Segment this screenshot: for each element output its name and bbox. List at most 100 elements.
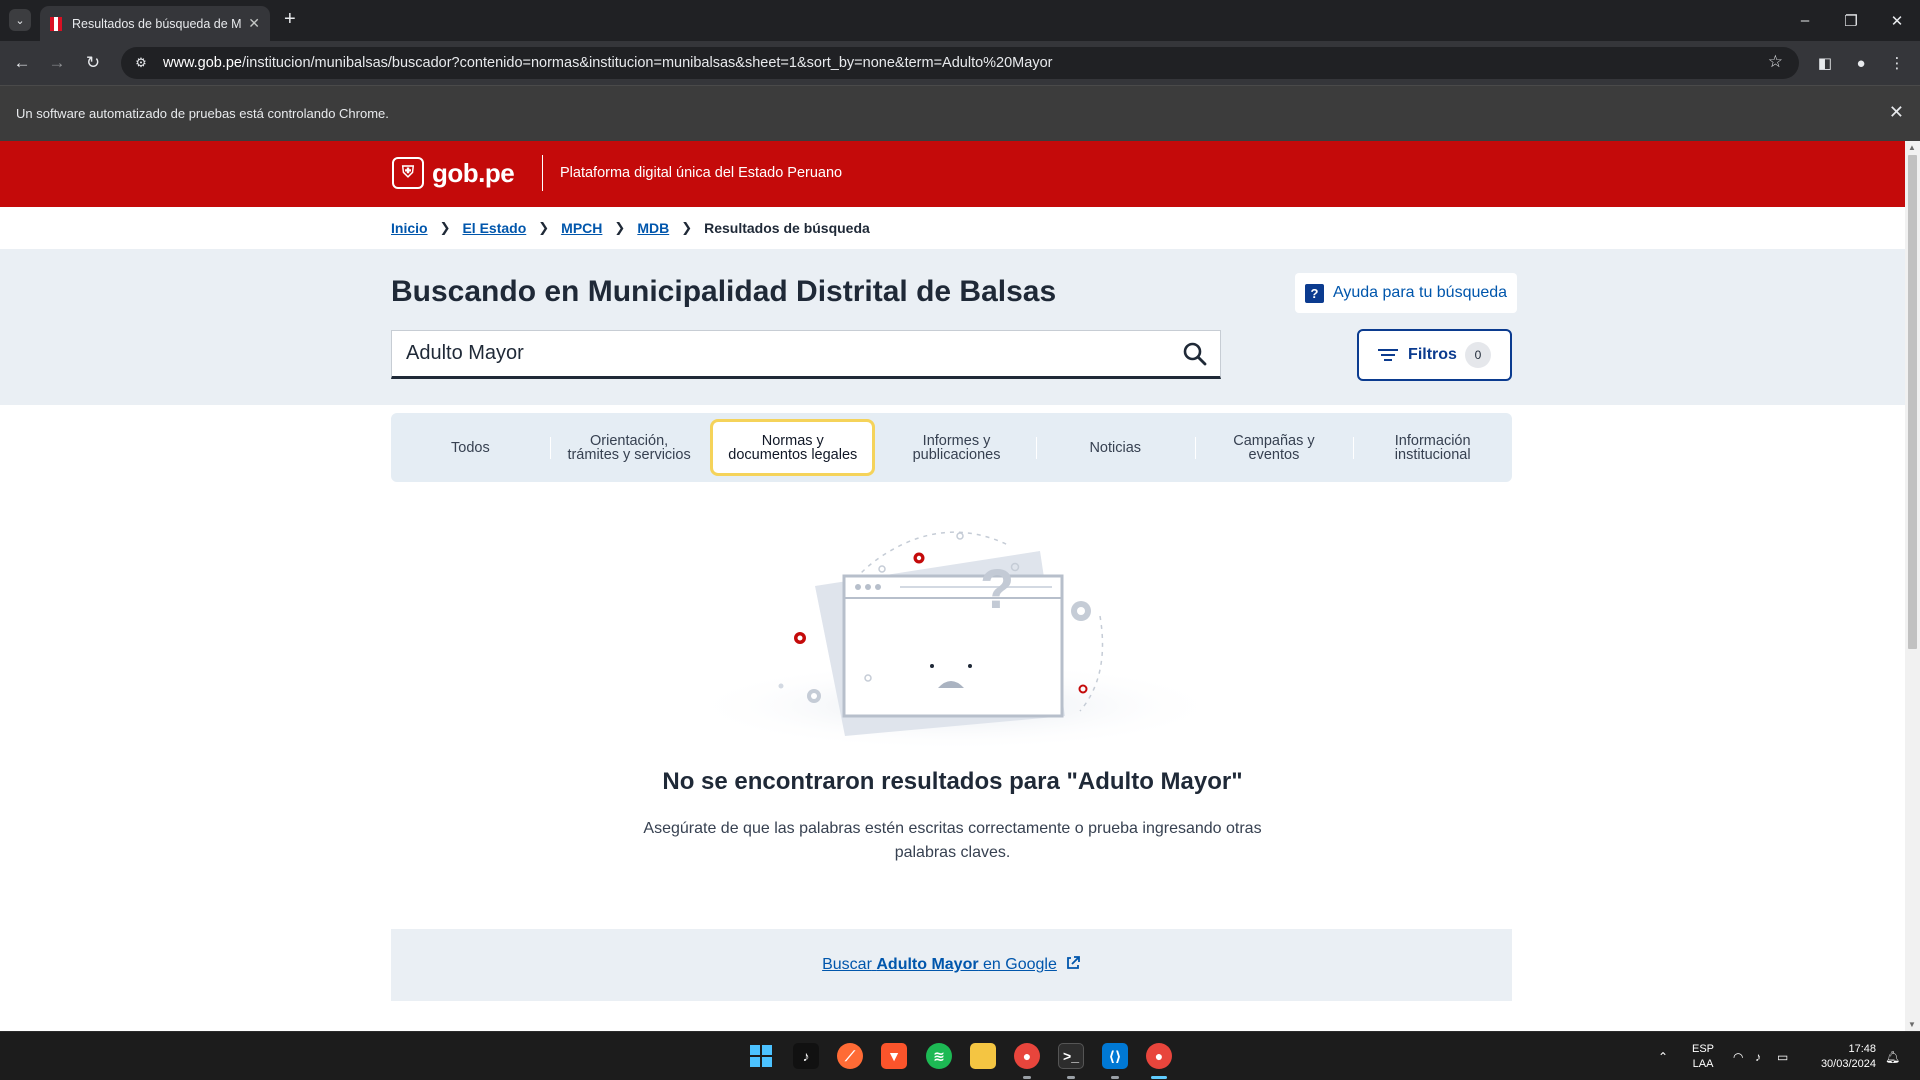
search-section: Buscando en Municipalidad Distrital de B… <box>0 249 1905 405</box>
page-title: Buscando en Municipalidad Distrital de B… <box>391 275 1057 308</box>
shield-icon: ⛨ <box>392 157 424 189</box>
breadcrumb: Inicio ❯ El Estado ❯ MPCH ❯ MDB ❯ Result… <box>0 207 1905 249</box>
windows-start-icon[interactable] <box>748 1043 774 1069</box>
infobar-text: Un software automatizado de pruebas está… <box>16 106 389 121</box>
url-host: www.gob.pe <box>163 55 242 71</box>
address-bar[interactable]: ⚙ www.gob.pe/institucion/munibalsas/busc… <box>121 47 1799 79</box>
help-search-button[interactable]: ? Ayuda para tu búsqueda <box>1295 273 1518 313</box>
svg-text:?: ? <box>980 557 1014 620</box>
tab-label: Informes y publicaciones <box>912 432 1001 463</box>
windows-taskbar: ♪ ⟋ ▼ ≋ ● >_ ⟨⟩ ● ⌃ ESP LAA ◠ ♪ ▭ 17:48 30… <box>0 1031 1920 1080</box>
window-controls: – ❐ ✕ <box>1782 0 1920 41</box>
tab-orientacion-tramites[interactable]: Orientación, trámites y servicios <box>549 413 709 482</box>
page-viewport: ⛨ gob.pe Plataforma digital única del Es… <box>0 141 1905 1031</box>
volume-icon[interactable]: ♪ <box>1755 1032 1761 1080</box>
close-window-button[interactable]: ✕ <box>1874 0 1920 41</box>
profile-icon[interactable]: ● <box>1848 50 1874 76</box>
gob-logo[interactable]: ⛨ gob.pe <box>392 157 515 189</box>
scroll-down-arrow-icon[interactable]: ▼ <box>1908 1020 1916 1029</box>
external-link-icon <box>1065 955 1081 976</box>
running-indicator <box>1067 1076 1075 1079</box>
tab-label: Orientación, trámites y servicios <box>567 432 691 463</box>
forward-icon[interactable]: → <box>44 50 70 76</box>
tab-label: Noticias <box>1089 439 1142 456</box>
scroll-up-arrow-icon[interactable]: ▲ <box>1908 143 1916 152</box>
terminal-icon[interactable]: >_ <box>1058 1043 1084 1069</box>
tab-informacion-institucional[interactable]: Información institucional <box>1353 413 1512 482</box>
battery-icon[interactable]: ▭ <box>1777 1032 1788 1080</box>
chevron-right-icon: ❯ <box>439 220 451 235</box>
tab-campanas-eventos[interactable]: Campañas y eventos <box>1194 413 1354 482</box>
tab-normas-documentos[interactable]: Normas y documentos legales <box>710 419 876 476</box>
filters-button[interactable]: Filtros 0 <box>1357 329 1512 381</box>
google-search-band: Buscar Adulto Mayor en Google <box>391 929 1512 1001</box>
minimize-button[interactable]: – <box>1782 0 1828 41</box>
breadcrumb-el-estado[interactable]: El Estado <box>462 220 526 236</box>
search-box <box>391 330 1221 379</box>
tab-title: Resultados de búsqueda de M <box>72 16 242 31</box>
filters-count-badge: 0 <box>1464 342 1491 368</box>
breadcrumb-inicio[interactable]: Inicio <box>391 220 428 236</box>
scroll-thumb[interactable] <box>1908 155 1917 649</box>
tab-label: Normas y documentos legales <box>728 432 858 463</box>
filter-icon <box>1378 349 1399 361</box>
peru-flag-icon <box>50 16 62 31</box>
running-indicator <box>1111 1076 1119 1079</box>
file-explorer-icon[interactable] <box>970 1043 996 1069</box>
brave-icon[interactable]: ▼ <box>881 1043 907 1069</box>
bookmark-star-icon[interactable]: ☆ <box>1768 52 1783 72</box>
no-results-title: No se encontraron resultados para "Adult… <box>662 768 1243 795</box>
notification-bell-icon[interactable]: 🔔︎ <box>1885 1032 1900 1080</box>
back-icon[interactable]: ← <box>9 50 35 76</box>
tab-noticias[interactable]: Noticias <box>1035 413 1195 482</box>
reload-icon[interactable]: ↻ <box>80 50 106 76</box>
chevron-right-icon: ❯ <box>538 220 550 235</box>
logo-text: gob.pe <box>432 157 515 188</box>
browser-toolbar: ← → ↻ ⚙ www.gob.pe/institucion/munibalsa… <box>0 41 1920 85</box>
question-icon: ? <box>1305 283 1324 303</box>
site-info-icon[interactable]: ⚙ <box>127 51 155 75</box>
running-indicator <box>1023 1076 1031 1079</box>
google-search-link[interactable]: Buscar Adulto Mayor en Google <box>822 956 1057 974</box>
browser-tab-active[interactable]: Resultados de búsqueda de M ✕ <box>40 6 270 41</box>
tab-todos[interactable]: Todos <box>391 413 550 482</box>
tiktok-icon[interactable]: ♪ <box>793 1043 819 1069</box>
breadcrumb-mpch[interactable]: MPCH <box>561 220 602 236</box>
app-orange-icon[interactable]: ⟋ <box>837 1043 863 1069</box>
automation-infobar: Un software automatizado de pruebas está… <box>0 85 1920 141</box>
search-icon[interactable] <box>1170 331 1220 376</box>
tab-label: Campañas y eventos <box>1233 432 1315 463</box>
new-tab-button[interactable]: + <box>284 8 296 30</box>
tray-chevron-icon[interactable]: ⌃ <box>1658 1032 1668 1080</box>
browser-tabstrip: ⌄ Resultados de búsqueda de M ✕ + – ❐ ✕ <box>0 0 1920 41</box>
breadcrumb-current: Resultados de búsqueda <box>704 220 870 236</box>
chrome-alt-icon[interactable]: ● <box>1014 1043 1040 1069</box>
spotify-icon[interactable]: ≋ <box>926 1043 952 1069</box>
url-text[interactable]: www.gob.pe/institucion/munibalsas/buscad… <box>163 55 1052 71</box>
restore-button[interactable]: ❐ <box>1828 0 1874 41</box>
breadcrumb-mdb[interactable]: MDB <box>637 220 669 236</box>
tab-informes-publicaciones[interactable]: Informes y publicaciones <box>877 413 1036 482</box>
filters-label: Filtros <box>1408 346 1457 363</box>
category-tabs: Todos Orientación, trámites y servicios N… <box>391 413 1512 482</box>
header-tagline: Plataforma digital única del Estado Peru… <box>560 165 843 181</box>
active-app-indicator <box>1151 1076 1167 1079</box>
side-panel-icon[interactable]: ◧ <box>1812 50 1838 76</box>
infobar-close-icon[interactable]: ✕ <box>1889 102 1904 123</box>
no-results-illustration: ? <box>685 531 1225 751</box>
header-divider <box>542 155 543 191</box>
tab-search-button[interactable]: ⌄ <box>9 9 31 31</box>
search-input[interactable] <box>392 331 1170 376</box>
help-search-label: Ayuda para tu búsqueda <box>1333 284 1508 301</box>
chevron-right-icon: ❯ <box>681 220 693 235</box>
chrome-icon[interactable]: ● <box>1146 1043 1172 1069</box>
system-clock[interactable]: 17:48 30/03/2024 <box>1806 1042 1876 1072</box>
menu-kebab-icon[interactable]: ⋮ <box>1884 50 1910 76</box>
vscode-icon[interactable]: ⟨⟩ <box>1102 1043 1128 1069</box>
no-results-description: Asegúrate de que las palabras estén escr… <box>643 820 1262 861</box>
input-language[interactable]: ESP LAA <box>1692 1042 1714 1072</box>
gob-header: ⛨ gob.pe Plataforma digital única del Es… <box>0 141 1905 207</box>
tab-close-icon[interactable]: ✕ <box>248 15 260 32</box>
page-scrollbar[interactable]: ▲ ▼ <box>1905 141 1920 1031</box>
wifi-icon[interactable]: ◠ <box>1733 1032 1743 1080</box>
